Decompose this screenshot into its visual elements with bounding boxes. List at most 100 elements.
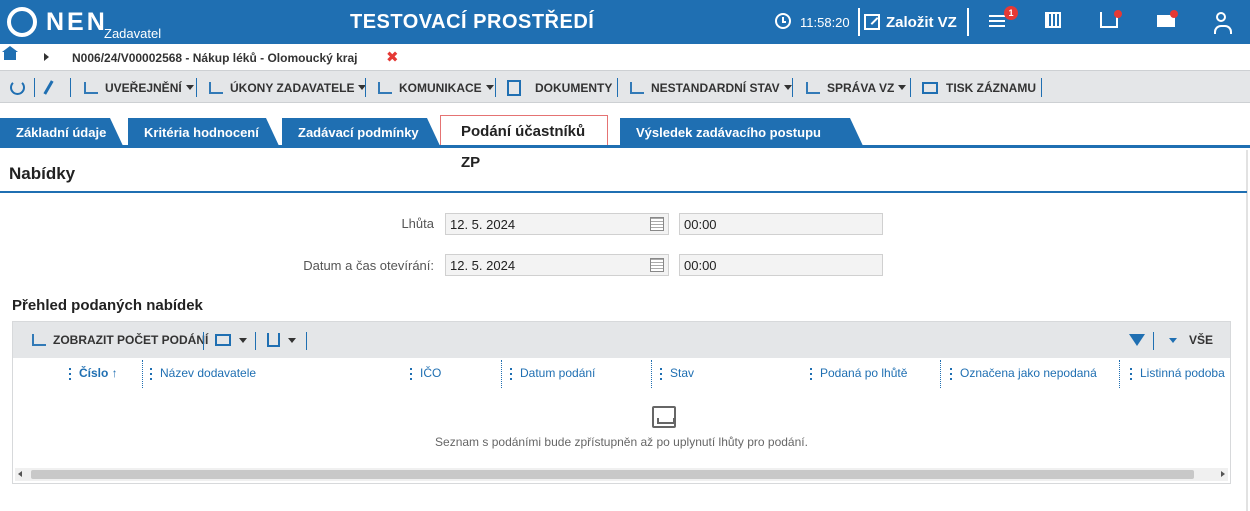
refresh-icon[interactable] <box>10 71 25 104</box>
deadline-label: Lhůta <box>401 216 434 231</box>
user-icon[interactable] <box>1214 12 1232 34</box>
divider <box>255 332 256 350</box>
tab-bar: Základní údaje Kritéria hodnocení Zadáva… <box>0 103 1250 171</box>
column-header-submission-date[interactable]: Datum podání <box>510 358 595 388</box>
export-icon <box>267 333 280 347</box>
document-icon <box>507 79 521 96</box>
calculator-icon[interactable] <box>1045 12 1061 28</box>
filter-all-select[interactable]: VŠE <box>1169 322 1213 358</box>
divider <box>203 332 204 350</box>
mail-badge-dot <box>1170 10 1178 18</box>
communication-menu[interactable]: KOMUNIKACE <box>378 71 494 104</box>
show-count-button[interactable]: ZOBRAZIT POČET PODÁNÍ <box>32 322 208 358</box>
divider <box>858 8 860 36</box>
divider <box>792 78 793 97</box>
tab-underline <box>0 145 1250 148</box>
list-action-icon <box>378 81 392 94</box>
divider <box>1041 78 1042 97</box>
action-toolbar: UVEŘEJNĚNÍ ÚKONY ZADAVATELE KOMUNIKACE D… <box>0 70 1250 103</box>
nonstandard-state-menu[interactable]: NESTANDARDNÍ STAV <box>630 71 792 104</box>
breadcrumb-path[interactable]: N006/24/V00002568 - Nákup léků - Olomouc… <box>72 51 357 65</box>
calendar-icon[interactable] <box>650 217 664 231</box>
scroll-left-icon[interactable] <box>18 471 22 477</box>
clock-icon <box>775 13 791 29</box>
column-header-late[interactable]: Podaná po lhůtě <box>810 358 907 388</box>
contract-management-label: SPRÁVA VZ <box>827 80 895 95</box>
column-header-status[interactable]: Stav <box>660 358 694 388</box>
publication-menu[interactable]: UVEŘEJNĚNÍ <box>84 71 194 104</box>
divider <box>196 78 197 97</box>
tab-evaluation-criteria[interactable]: Kritéria hodnocení <box>128 118 280 148</box>
top-bar: NEN Zadavatel TESTOVACÍ PROSTŘEDÍ 11:58:… <box>0 0 1250 44</box>
divider <box>306 332 307 350</box>
column-divider <box>142 360 143 388</box>
deadline-time-field[interactable]: 00:00 <box>679 213 883 235</box>
print-record-label: TISK ZÁZNAMU <box>946 80 1036 95</box>
calendar-icon[interactable] <box>650 258 664 272</box>
communication-label: KOMUNIKACE <box>399 80 482 95</box>
tab-procedure-result[interactable]: Výsledek zadávacího postupu <box>620 118 864 148</box>
content-edge <box>1246 150 1248 511</box>
opening-date-field[interactable]: 12. 5. 2024 <box>445 254 669 276</box>
column-header-not-submitted[interactable]: Označena jako nepodaná <box>950 358 1097 388</box>
filter-icon[interactable] <box>1129 322 1145 358</box>
column-divider <box>940 360 941 388</box>
environment-title: TESTOVACÍ PROSTŘEDÍ <box>350 11 595 33</box>
session-clock: 11:58:20 <box>800 15 850 30</box>
tab-tender-conditions[interactable]: Zadávací podmínky <box>282 118 441 148</box>
column-divider <box>651 360 652 388</box>
publication-label: UVEŘEJNĚNÍ <box>105 80 182 95</box>
horizontal-scrollbar[interactable] <box>15 468 1228 481</box>
create-contract-label: Založit VZ <box>886 13 957 31</box>
home-icon[interactable] <box>2 46 18 60</box>
empty-message: Seznam s podáními bude zpřístupněn až po… <box>435 435 808 449</box>
close-icon[interactable]: ✖ <box>386 48 399 66</box>
divider <box>967 8 969 36</box>
contract-management-menu[interactable]: SPRÁVA VZ <box>806 71 907 104</box>
opening-time-field[interactable]: 00:00 <box>679 254 883 276</box>
tab-participant-submissions[interactable]: Podání účastníků ZP <box>440 115 608 171</box>
deadline-date-field[interactable]: 12. 5. 2024 <box>445 213 669 235</box>
divider <box>1153 332 1154 350</box>
show-count-label: ZOBRAZIT POČET PODÁNÍ <box>53 333 209 347</box>
grid-title: Přehled podaných nabídek <box>12 297 203 314</box>
create-contract-button[interactable]: Založit VZ <box>864 10 957 34</box>
column-divider <box>1119 360 1120 388</box>
scrollbar-thumb[interactable] <box>31 470 1194 479</box>
print-record-button[interactable]: TISK ZÁZNAMU <box>922 71 1036 104</box>
edit-icon <box>864 14 880 30</box>
divider <box>617 78 618 97</box>
column-header-supplier[interactable]: Název dodavatele <box>150 358 256 388</box>
filter-all-label: VŠE <box>1189 333 1214 347</box>
submissions-grid: ZOBRAZIT POČET PODÁNÍ VŠE Číslo ↑ Název … <box>12 321 1231 484</box>
breadcrumb: N006/24/V00002568 - Nákup léků - Olomouc… <box>0 44 1250 70</box>
section-title: Nabídky <box>9 164 76 183</box>
chevron-down-icon <box>1169 337 1177 343</box>
list-action-icon <box>84 81 98 94</box>
column-header-paper-form[interactable]: Listinná podoba <box>1130 358 1230 388</box>
divider <box>495 78 496 97</box>
scroll-right-icon[interactable] <box>1221 471 1225 477</box>
divider <box>365 78 366 97</box>
divider <box>70 78 71 97</box>
nen-logo-icon <box>7 7 37 37</box>
pencil-icon[interactable] <box>43 71 54 104</box>
column-header-ico[interactable]: IČO <box>410 358 441 388</box>
documents-label: DOKUMENTY <box>535 80 613 95</box>
empty-inbox-icon <box>652 406 676 428</box>
nonstandard-state-label: NESTANDARDNÍ STAV <box>651 80 780 95</box>
list-action-icon <box>209 81 223 94</box>
export-menu[interactable] <box>267 322 296 358</box>
documents-button[interactable]: DOKUMENTY <box>507 71 612 104</box>
column-header-number[interactable]: Číslo ↑ <box>69 358 118 388</box>
chevron-right-icon <box>44 53 49 61</box>
list-action-icon <box>806 81 820 94</box>
contracting-acts-menu[interactable]: ÚKONY ZADAVATELE <box>209 71 367 104</box>
contracting-acts-label: ÚKONY ZADAVATELE <box>230 80 355 95</box>
opening-date-label: Datum a čas otevírání: <box>303 258 434 273</box>
logo-text: NEN <box>46 8 108 36</box>
print-menu[interactable] <box>215 322 247 358</box>
divider <box>910 78 911 97</box>
tab-basic-info[interactable]: Základní údaje <box>0 118 124 148</box>
divider <box>34 78 35 97</box>
